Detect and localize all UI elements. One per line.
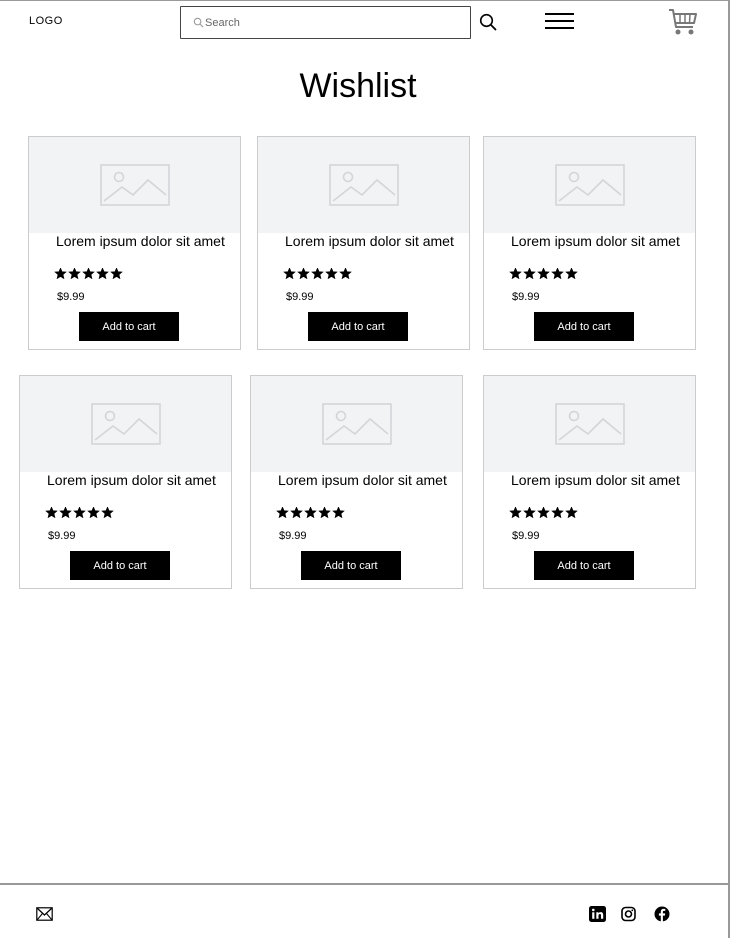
star-icon [325,268,338,279]
add-to-cart-button[interactable]: Add to cart [301,551,401,580]
product-rating [276,507,345,518]
product-title[interactable]: Lorem ipsum dolor sit amet [56,234,226,249]
product-title[interactable]: Lorem ipsum dolor sit amet [285,234,455,249]
star-icon [537,268,550,279]
product-rating [509,268,578,279]
product-card[interactable]: Lorem ipsum dolor sit amet $9.99 Add to ca… [257,136,470,350]
star-icon [54,268,67,279]
search-small-icon [193,17,204,28]
star-icon [537,507,550,518]
product-price: $9.99 [48,530,76,542]
linkedin-icon[interactable] [589,906,606,922]
image-placeholder-icon [321,403,392,445]
image-placeholder-icon [99,164,170,206]
add-to-cart-button[interactable]: Add to cart [79,312,179,341]
mail-icon[interactable] [36,907,53,921]
star-icon [551,507,564,518]
product-price: $9.99 [512,530,540,542]
star-icon [68,268,81,279]
star-icon [59,507,72,518]
footer-divider [0,883,730,885]
star-icon [110,268,123,279]
product-rating [283,268,352,279]
image-placeholder-icon [90,403,161,445]
product-rating [45,507,114,518]
star-icon [101,507,114,518]
image-placeholder-icon [328,164,399,206]
product-rating [509,507,578,518]
star-icon [283,268,296,279]
product-title[interactable]: Lorem ipsum dolor sit amet [511,473,681,488]
product-image-placeholder[interactable] [484,376,695,472]
product-card[interactable]: Lorem ipsum dolor sit amet $9.99 Add to ca… [28,136,241,350]
product-card[interactable]: Lorem ipsum dolor sit amet $9.99 Add to ca… [483,136,696,350]
logo[interactable]: LOGO [29,15,63,27]
star-icon [82,268,95,279]
star-icon [297,268,310,279]
star-icon [311,268,324,279]
product-card[interactable]: Lorem ipsum dolor sit amet $9.99 Add to ca… [19,375,232,589]
product-price: $9.99 [286,291,314,303]
search-input[interactable] [205,16,445,29]
search-icon[interactable] [479,13,497,31]
product-image-placeholder[interactable] [29,137,240,233]
cart-icon[interactable] [668,8,698,36]
star-icon [565,507,578,518]
add-to-cart-button[interactable]: Add to cart [534,312,634,341]
facebook-icon[interactable] [654,906,670,922]
page-title: Wishlist [299,67,417,105]
star-icon [523,268,536,279]
star-icon [318,507,331,518]
star-icon [332,507,345,518]
add-to-cart-button[interactable]: Add to cart [308,312,408,341]
star-icon [304,507,317,518]
product-card[interactable]: Lorem ipsum dolor sit amet $9.99 Add to ca… [483,375,696,589]
product-image-placeholder[interactable] [20,376,231,472]
star-icon [523,507,536,518]
product-title[interactable]: Lorem ipsum dolor sit amet [47,473,217,488]
product-title[interactable]: Lorem ipsum dolor sit amet [511,234,681,249]
product-image-placeholder[interactable] [258,137,469,233]
product-rating [54,268,123,279]
star-icon [290,507,303,518]
product-image-placeholder[interactable] [251,376,462,472]
star-icon [339,268,352,279]
image-placeholder-icon [554,164,625,206]
search-bar[interactable] [180,6,471,39]
product-card[interactable]: Lorem ipsum dolor sit amet $9.99 Add to ca… [250,375,463,589]
star-icon [73,507,86,518]
star-icon [45,507,58,518]
star-icon [509,268,522,279]
product-title[interactable]: Lorem ipsum dolor sit amet [278,473,448,488]
product-price: $9.99 [512,291,540,303]
product-price: $9.99 [57,291,85,303]
add-to-cart-button[interactable]: Add to cart [534,551,634,580]
star-icon [276,507,289,518]
image-placeholder-icon [554,403,625,445]
add-to-cart-button[interactable]: Add to cart [70,551,170,580]
star-icon [551,268,564,279]
star-icon [96,268,109,279]
product-image-placeholder[interactable] [484,137,695,233]
star-icon [565,268,578,279]
star-icon [509,507,522,518]
star-icon [87,507,100,518]
instagram-icon[interactable] [621,906,636,922]
hamburger-menu-icon[interactable] [545,13,574,30]
product-price: $9.99 [279,530,307,542]
